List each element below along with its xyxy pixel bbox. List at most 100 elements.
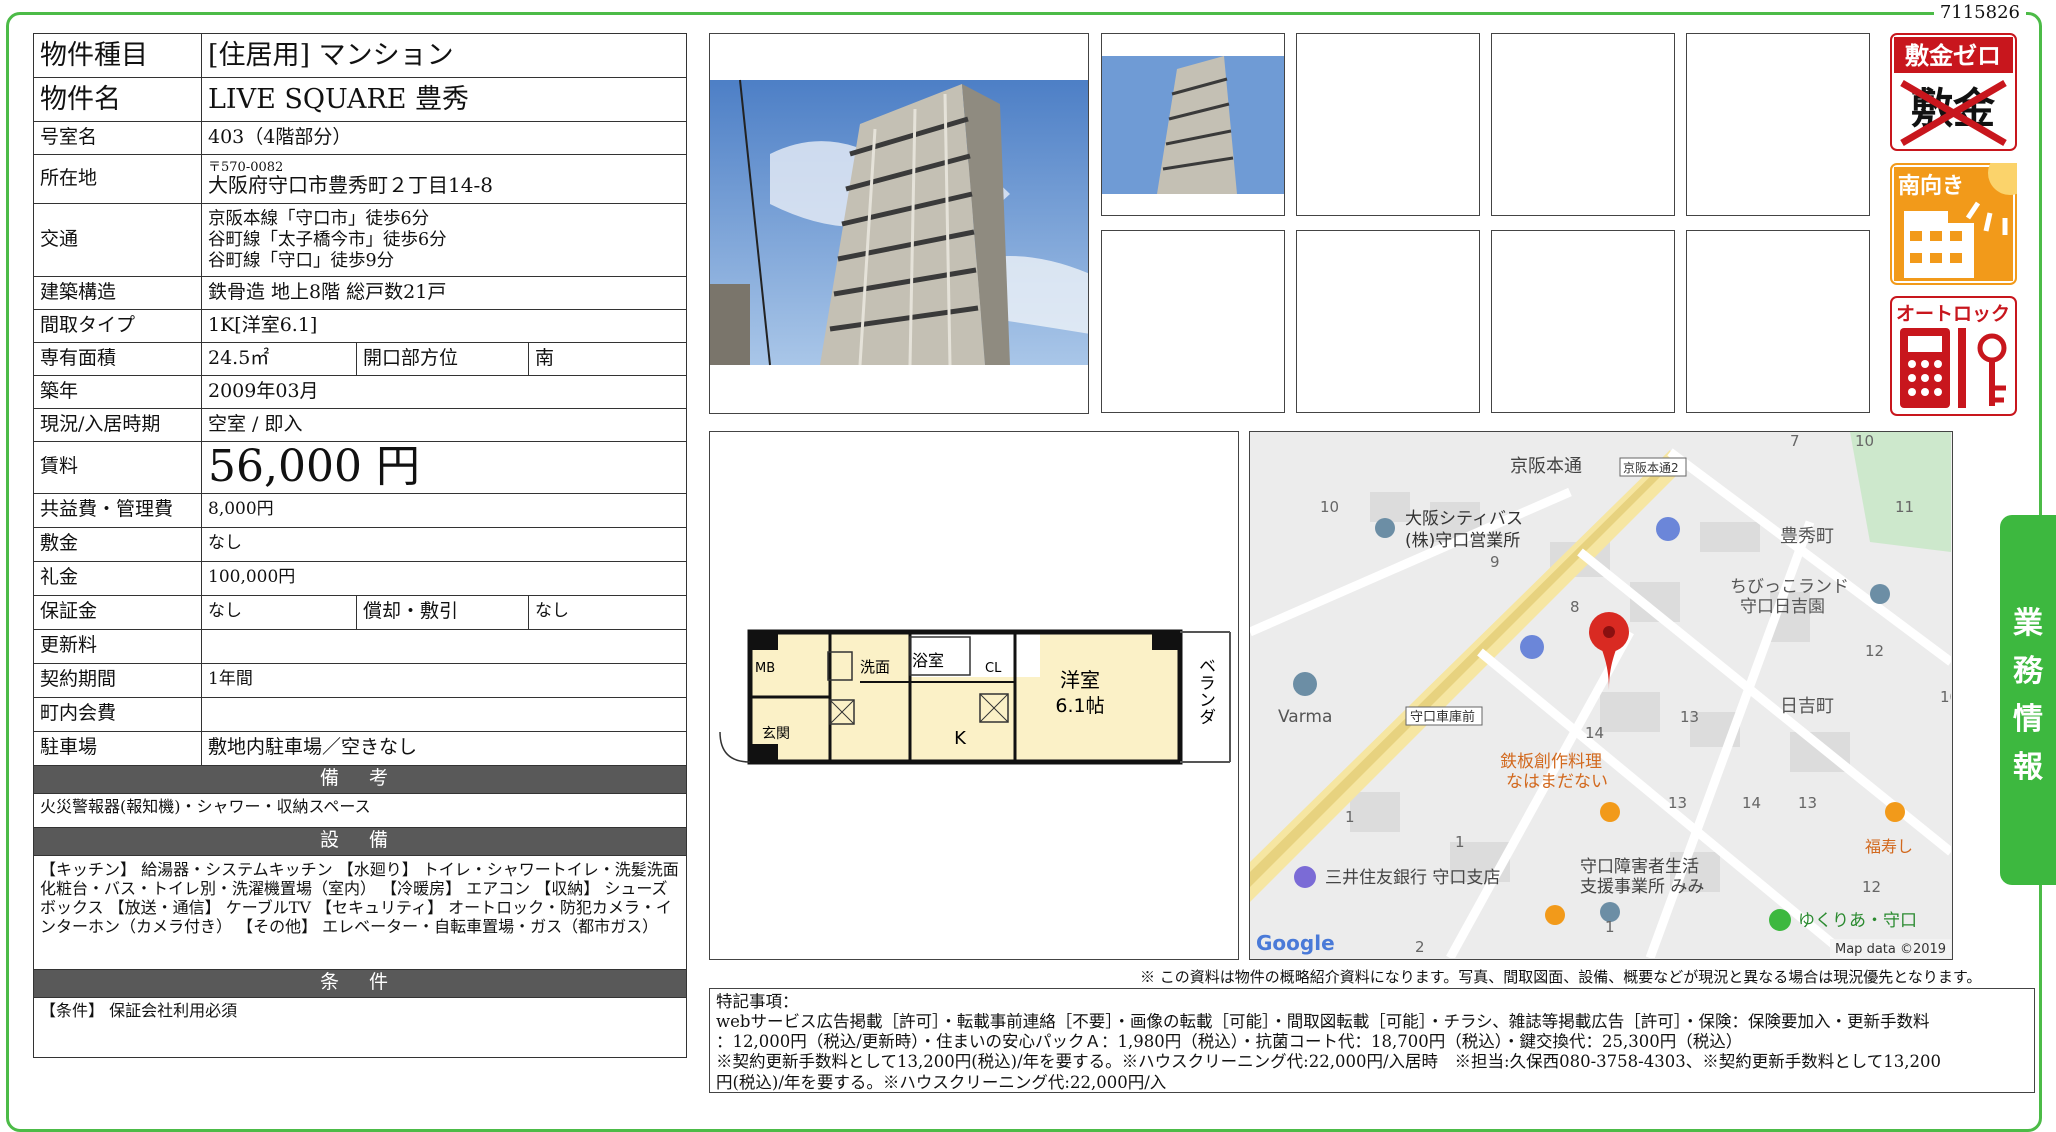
floor-plan[interactable]: 洋室 6.1帖 浴室 洗面 K 玄関 MB CL ベランダ: [709, 431, 1239, 960]
washroom-label: 洗面: [860, 658, 890, 676]
deposit-label: 敷金: [33, 526, 202, 562]
map-label: (株)守口営業所: [1405, 531, 1520, 551]
built-label: 築年: [33, 375, 202, 409]
map-label: 守口日吉園: [1740, 597, 1825, 617]
structure-label: 建築構造: [33, 276, 202, 310]
transport-label: 交通: [33, 203, 202, 277]
document-id: 7115826: [1933, 2, 2026, 23]
map-label: ゆくりあ・守口: [1798, 911, 1917, 931]
special-notes-line: 円(税込)/年を要する。※ハウスクリーニング代:22,000円/入: [716, 1072, 1167, 1092]
map-number: 10: [1855, 432, 1874, 450]
conditions-header: 条 件: [33, 968, 687, 998]
balcony-label: ベランダ: [1195, 657, 1215, 725]
map-label: 福寿し: [1865, 837, 1913, 856]
map-label: 京阪本通2: [1623, 461, 1679, 475]
direction-value: 南: [528, 342, 687, 376]
type-value: [住居用] マンション: [201, 33, 687, 78]
bath-label: 浴室: [912, 651, 944, 670]
map-number: 13: [1668, 794, 1687, 812]
fee-value: 8,000円: [201, 492, 687, 528]
contract-value: 1年間: [201, 662, 687, 698]
address-value: 大阪府守口市豊秀町２丁目14-8: [208, 173, 493, 197]
location-map[interactable]: 京阪本通 京阪本通2 大阪シティバス (株)守口営業所 豊秀町 ちびっこランド …: [1249, 431, 1953, 960]
fee-label: 共益費・管理費: [33, 492, 202, 528]
guarantee-label: 保証金: [33, 594, 202, 630]
rent-label: 賃料: [33, 441, 202, 494]
map-number: 1: [1455, 833, 1465, 851]
special-notes: 特記事項： webサービス広告掲載［許可］・転載事前連絡［不要］・画像の転載［可…: [709, 988, 2035, 1093]
special-notes-line: ：12,000円（税込/更新時）・住まいの安心パックＡ：1,980円（税込）・抗…: [716, 1032, 1743, 1052]
photo-thumbnail[interactable]: [1101, 33, 1285, 216]
room-value: 403（4階部分）: [201, 121, 687, 155]
conditions-text: 【条件】 保証会社利用必須: [33, 996, 687, 1058]
transport-line: 谷町線「太子橋今市」徒歩6分: [208, 229, 447, 250]
direction-label: 開口部方位: [356, 342, 529, 376]
map-number: 8: [1570, 598, 1580, 616]
photo-placeholder[interactable]: [1101, 230, 1285, 413]
renewal-label: 更新料: [33, 628, 202, 664]
status-label: 現況/入居時期: [33, 408, 202, 442]
south-facing-title: 南向き: [1898, 173, 1964, 199]
name-value: LIVE SQUARE 豊秀: [201, 77, 687, 122]
map-label: ちびっこランド: [1730, 577, 1849, 597]
photo-placeholder[interactable]: [1686, 230, 1870, 413]
amort-value: なし: [528, 594, 687, 630]
equipment-text: 【キッチン】 給湯器・システムキッチン 【水廻り】 トイレ・シャワートイレ・洗髪…: [33, 854, 687, 970]
zero-deposit-badge: 敷金ゼロ 敷金: [1890, 33, 2017, 151]
name-label: 物件名: [33, 77, 202, 122]
renewal-value: [201, 628, 687, 664]
map-label: 守口障害者生活: [1580, 857, 1699, 877]
business-info-tab[interactable]: 業 務 情 報: [2000, 515, 2056, 885]
area-value: 24.5㎡: [201, 342, 357, 376]
photo-placeholder[interactable]: [1686, 33, 1870, 216]
photo-placeholder[interactable]: [1296, 230, 1480, 413]
map-label: Varma: [1278, 707, 1332, 727]
autolock-title: オートロック: [1896, 303, 2010, 325]
autolock-badge: オートロック: [1890, 296, 2017, 416]
floor-plan-drawing: 洋室 6.1帖 浴室 洗面 K 玄関 MB CL ベランダ: [719, 629, 1231, 765]
building-photo[interactable]: [709, 33, 1089, 414]
remarks-text: 火災警報器(報知機)・シャワー・収納スペース: [33, 792, 687, 828]
map-credit: Map data ©2019: [1835, 942, 1946, 957]
crossed-deposit-text: 敷金: [1911, 84, 1996, 133]
room-size-label: 6.1帖: [1055, 695, 1104, 717]
deposit-value: なし: [201, 526, 687, 562]
key-money-label: 礼金: [33, 560, 202, 596]
map-number: 13: [1680, 708, 1699, 726]
amort-label: 償却・敷引: [356, 594, 529, 630]
key-money-value: 100,000円: [201, 560, 687, 596]
layout-label: 間取タイプ: [33, 309, 202, 343]
tab-char: 務: [2013, 654, 2043, 689]
area-label: 専有面積: [33, 342, 202, 376]
room-name-label: 洋室: [1060, 668, 1100, 692]
zero-deposit-title: 敷金ゼロ: [1905, 42, 2001, 70]
map-number: 10: [1940, 688, 1951, 706]
disclaimer-note: ※ この資料は物件の概略紹介資料になります。写真、間取図面、設備、概要などが現況…: [1140, 968, 1982, 986]
guarantee-value: なし: [201, 594, 357, 630]
address-label: 所在地: [33, 154, 202, 204]
layout-value: 1K[洋室6.1]: [201, 309, 687, 343]
map-number: 7: [1790, 432, 1800, 450]
transport-line: 谷町線「守口」徒歩9分: [208, 250, 395, 271]
parking-value: 敷地内駐車場／空きなし: [201, 730, 687, 766]
photo-placeholder[interactable]: [1491, 33, 1675, 216]
map-number: 1: [1345, 808, 1355, 826]
map-label: なはまだない: [1506, 772, 1608, 792]
transport-line: 京阪本線「守口市」徒歩6分: [208, 208, 430, 229]
assoc-label: 町内会費: [33, 696, 202, 732]
map-number: 14: [1585, 724, 1604, 742]
map-label: 京阪本通: [1510, 456, 1582, 477]
photo-placeholder[interactable]: [1491, 230, 1675, 413]
map-label: 守口車庫前: [1410, 709, 1475, 725]
building-photo-image: [710, 34, 1088, 413]
assoc-value: [201, 696, 687, 732]
map-number: 2: [1415, 938, 1425, 956]
equipment-header: 設 備: [33, 826, 687, 856]
photo-placeholder[interactable]: [1296, 33, 1480, 216]
south-facing-badge: 南向き: [1890, 151, 2032, 285]
special-notes-line: ※契約更新手数料として13,200円(税込)/年を要する。※ハウスクリーニング代…: [716, 1052, 1941, 1072]
map-number: 9: [1490, 553, 1500, 571]
map-label: 支援事業所 みみ: [1580, 877, 1704, 897]
remarks-header: 備 考: [33, 764, 687, 794]
map-label: 三井住友銀行 守口支店: [1325, 868, 1500, 888]
